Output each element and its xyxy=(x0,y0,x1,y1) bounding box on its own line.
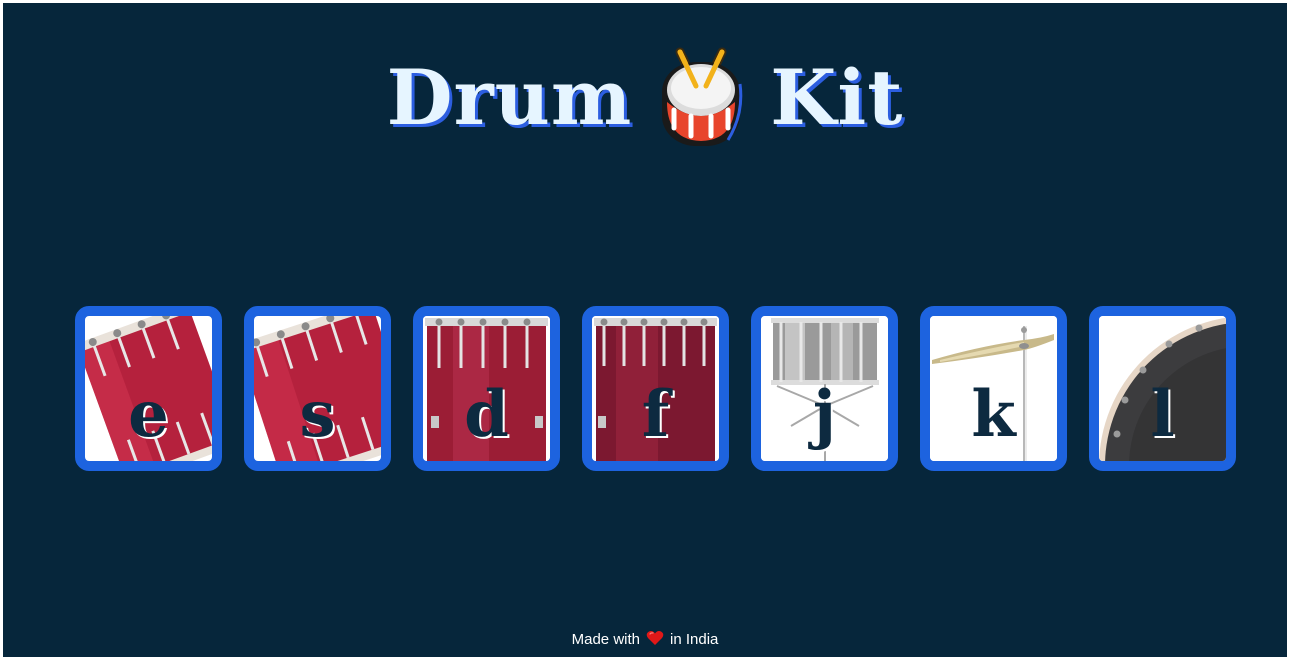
drum-emoji-icon xyxy=(662,47,743,146)
title-word-drum: Drum xyxy=(386,53,633,142)
pad-l[interactable]: l xyxy=(1089,306,1236,471)
pad-j[interactable]: j xyxy=(751,306,898,471)
drum-kit-page: Drum Kit e s d f j k l Made with in Indi… xyxy=(3,3,1287,657)
pad-key-label: s xyxy=(299,377,336,452)
page-title: Drum Kit xyxy=(3,43,1287,153)
heart-icon xyxy=(646,631,664,645)
pad-key-label: f xyxy=(641,377,670,452)
drum-pads: e s d f j k l xyxy=(75,306,1236,474)
pad-key-label: d xyxy=(464,377,509,452)
footer-prefix: Made with xyxy=(571,631,640,648)
pad-e[interactable]: e xyxy=(75,306,222,471)
pad-key-label: k xyxy=(971,377,1016,452)
footer-suffix: in India xyxy=(670,631,719,648)
pad-key-label: e xyxy=(128,377,169,452)
pad-d[interactable]: d xyxy=(413,306,560,471)
pad-key-label: l xyxy=(1150,377,1175,452)
footer: Made with in India xyxy=(3,630,1287,650)
pad-f[interactable]: f xyxy=(582,306,729,471)
pad-key-label: j xyxy=(812,377,837,452)
pad-s[interactable]: s xyxy=(244,306,391,471)
title-word-kit: Kit xyxy=(770,53,904,142)
pad-k[interactable]: k xyxy=(920,306,1067,471)
